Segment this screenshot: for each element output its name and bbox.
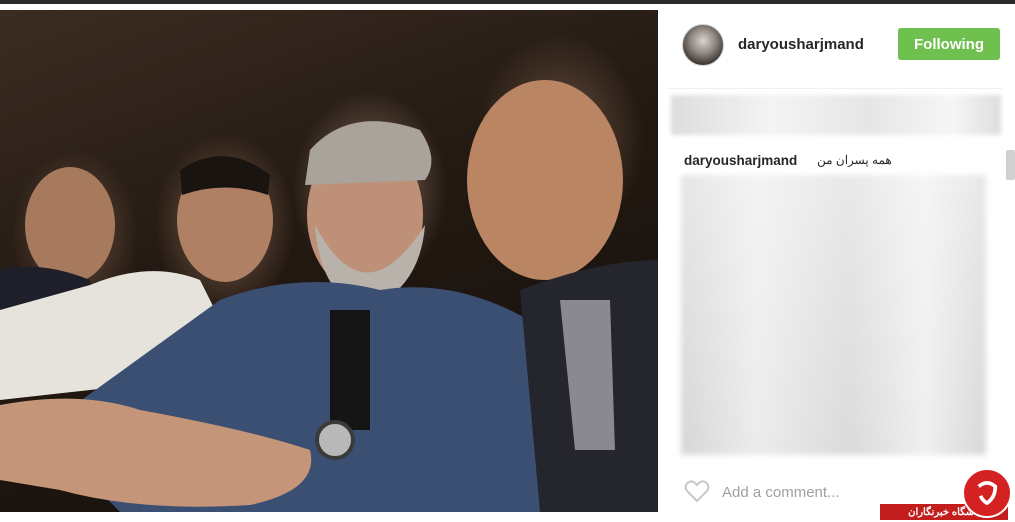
post-sidebar: daryousharjmand Following daryousharjman… xyxy=(668,10,1015,522)
watermark: باشگاه خبرنگاران xyxy=(880,466,1015,522)
post-photo[interactable] xyxy=(0,10,658,512)
heart-icon[interactable] xyxy=(684,479,710,503)
header-divider xyxy=(668,88,1003,89)
username-link[interactable]: daryousharjmand xyxy=(738,36,864,53)
caption-text: همه پسران من xyxy=(817,153,892,167)
blurred-region-top xyxy=(671,95,1001,135)
caption-username[interactable]: daryousharjmand xyxy=(684,153,797,168)
avatar[interactable] xyxy=(682,24,724,66)
scrollbar[interactable] xyxy=(1006,150,1015,180)
post-header: daryousharjmand Following xyxy=(668,10,1015,80)
comment-input[interactable] xyxy=(720,481,874,503)
blurred-comments xyxy=(681,175,986,455)
top-bar xyxy=(0,0,1015,4)
caption: daryousharjmand همه پسران من xyxy=(684,153,984,173)
following-button[interactable]: Following xyxy=(898,28,1000,60)
photo-scene xyxy=(0,80,658,512)
watermark-logo-icon xyxy=(962,468,1012,518)
